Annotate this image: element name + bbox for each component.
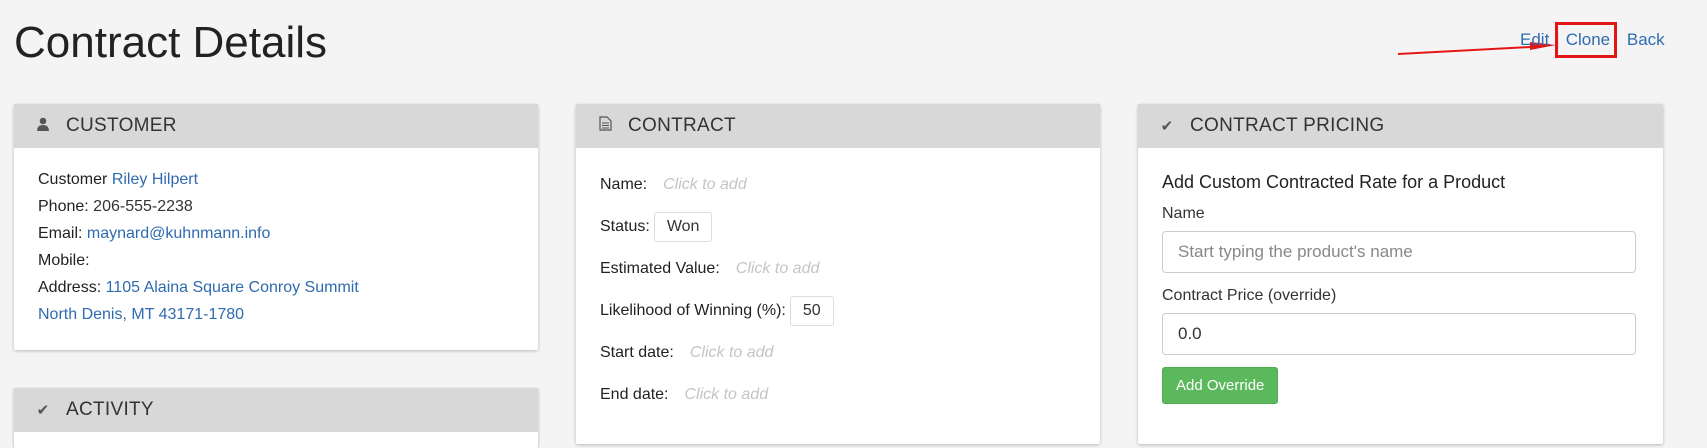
address-row: Address: 1105 Alaina Square Conroy Summi… [38,274,514,328]
back-link[interactable]: Back [1627,30,1665,49]
contract-panel: CONTRACT Name: Click to add Status: Won … [576,104,1100,444]
mobile-label: Mobile: [38,252,90,269]
customer-panel-title: CUSTOMER [66,115,177,136]
address-link-line2[interactable]: North Denis, MT 43171-1780 [38,306,244,323]
contract-price-label: Contract Price (override) [1162,287,1337,304]
contract-name-label: Name: [600,176,648,193]
activity-panel-title: ACTIVITY [66,399,154,420]
start-date-editable[interactable]: Click to add [690,344,774,362]
customer-panel-body: Customer Riley Hilpert Phone: 206-555-22… [14,148,538,342]
pricing-panel-body: Add Custom Contracted Rate for a Product… [1138,148,1663,418]
status-value[interactable]: Won [653,212,713,242]
end-date-label: End date: [600,386,669,403]
customer-label: Customer [38,171,108,188]
email-link[interactable]: maynard@kuhnmann.info [87,225,270,242]
customer-name-link[interactable]: Riley Hilpert [112,171,198,188]
address-label: Address: [38,279,102,296]
customer-row: Customer Riley Hilpert [38,166,514,193]
pricing-form-title: Add Custom Contracted Rate for a Product [1162,172,1506,192]
document-icon [594,105,616,149]
estimated-value-editable[interactable]: Click to add [736,260,820,278]
likelihood-row: Likelihood of Winning (%): 50 [600,290,1076,332]
activity-panel-header[interactable]: ✔ ACTIVITY [14,388,538,432]
address-link-line1[interactable]: 1105 Alaina Square Conroy Summit [106,279,359,296]
end-date-editable[interactable]: Click to add [685,386,769,404]
phone-row: Phone: 206-555-2238 [38,193,514,220]
user-icon [32,105,54,149]
page-title: Contract Details [14,18,328,67]
estimated-value-row: Estimated Value: Click to add [600,248,1076,290]
customer-panel: CUSTOMER Customer Riley Hilpert Phone: 2… [14,104,538,350]
estimated-value-label: Estimated Value: [600,260,720,277]
contract-panel-header: CONTRACT [576,104,1100,148]
customer-panel-header: CUSTOMER [14,104,538,148]
contract-name-editable[interactable]: Click to add [663,176,747,194]
phone-label: Phone: [38,198,89,215]
clone-highlight-box [1555,22,1617,58]
activity-panel: ✔ ACTIVITY [14,388,538,448]
status-label: Status: [600,218,650,235]
likelihood-label: Likelihood of Winning (%): [600,302,786,319]
start-date-label: Start date: [600,344,674,361]
product-name-label: Name [1162,205,1205,222]
email-row: Email: maynard@kuhnmann.info [38,220,514,247]
contract-price-input[interactable] [1162,313,1636,355]
check-icon: ✔ [1160,118,1174,135]
pricing-panel-title: CONTRACT PRICING [1190,115,1385,136]
add-override-button[interactable]: Add Override [1162,367,1279,404]
pricing-panel: ✔ CONTRACT PRICING Add Custom Contracted … [1138,104,1663,444]
contract-panel-title: CONTRACT [628,115,736,136]
status-row: Status: Won [600,206,1076,248]
phone-value: 206-555-2238 [93,198,193,215]
contract-name-row: Name: Click to add [600,164,1076,206]
email-label: Email: [38,225,83,242]
contract-panel-body: Name: Click to add Status: Won Estimated… [576,148,1100,430]
pricing-panel-header: ✔ CONTRACT PRICING [1138,104,1663,148]
check-icon: ✔ [36,402,50,419]
end-date-row: End date: Click to add [600,374,1076,416]
product-name-input[interactable] [1162,231,1636,273]
start-date-row: Start date: Click to add [600,332,1076,374]
likelihood-value[interactable]: 50 [789,296,834,326]
mobile-row: Mobile: [38,247,514,274]
edit-link[interactable]: Edit [1520,30,1549,49]
